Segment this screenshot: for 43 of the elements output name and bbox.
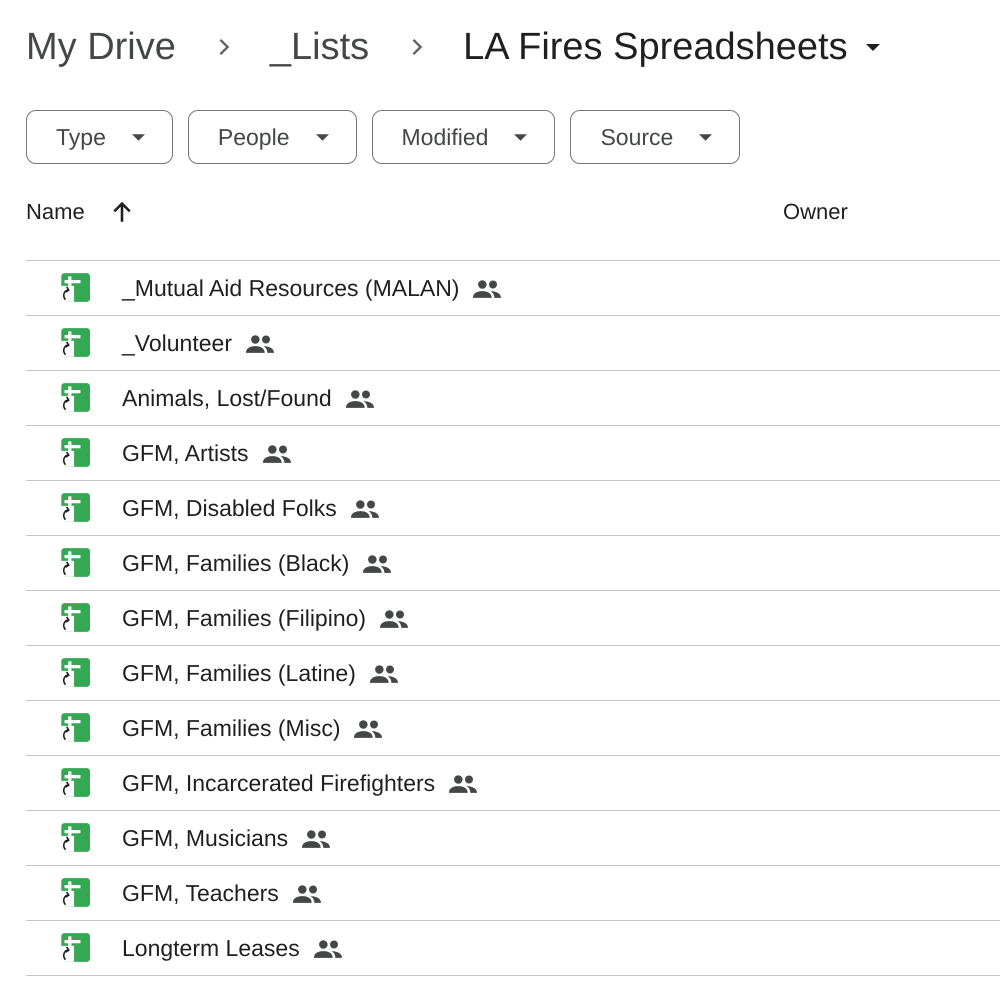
file-row[interactable]: _Mutual Aid Resources (MALAN) [26, 261, 1000, 316]
filter-button[interactable]: Source [570, 110, 740, 164]
file-row[interactable]: GFM, Artists [26, 426, 1000, 481]
file-row[interactable]: GFM, Disabled Folks [26, 481, 1000, 536]
breadcrumb-item[interactable]: LA Fires Spreadsheets [463, 26, 880, 68]
caret-down-icon [866, 44, 880, 50]
file-row[interactable]: GFM, Families (Black) [26, 536, 1000, 591]
file-row[interactable]: GFM, Families (Latine) [26, 646, 1000, 701]
file-row[interactable]: Longterm Leases [26, 921, 1000, 976]
caret-down-icon [514, 134, 528, 140]
file-row[interactable]: GFM, Families (Filipino) [26, 591, 1000, 646]
file-name: GFM, Families (Misc) [122, 714, 340, 742]
file-row[interactable]: _Volunteer [26, 316, 1000, 371]
breadcrumb-item[interactable]: My Drive [26, 26, 176, 68]
file-name: GFM, Incarcerated Firefighters [122, 770, 436, 796]
file-name: Longterm Leases [122, 934, 300, 962]
file-row[interactable]: GFM, Families (Misc) [26, 701, 1000, 756]
file-row[interactable]: GFM, Musicians [26, 811, 1000, 866]
chevron-right-icon [411, 37, 424, 57]
filter-button[interactable]: Type [26, 110, 173, 164]
file-name: _Volunteer [122, 330, 232, 356]
file-name: GFM, Teachers [122, 880, 279, 906]
file-name: GFM, Families (Latine) [122, 660, 356, 686]
filter-button[interactable]: Modified [372, 110, 556, 164]
file-row[interactable]: Animals, Lost/Found [26, 371, 1000, 426]
file-name: GFM, Families (Black) [122, 550, 350, 576]
filter-button[interactable]: People [188, 110, 356, 164]
file-name: GFM, Artists [122, 440, 248, 466]
file-row[interactable]: GFM, Incarcerated Firefighters [26, 756, 1000, 811]
caret-down-icon [316, 134, 328, 140]
file-name: GFM, Musicians [122, 824, 288, 852]
caret-down-icon [132, 134, 145, 140]
caret-down-icon [699, 134, 712, 140]
file-name: GFM, Families (Filipino) [122, 604, 366, 632]
column-header[interactable]: Owner [783, 199, 848, 225]
chevron-right-icon [218, 37, 230, 57]
file-name: Animals, Lost/Found [122, 384, 332, 412]
breadcrumb-item[interactable]: _Lists [270, 26, 370, 68]
file-name: _Mutual Aid Resources (MALAN) [122, 274, 460, 302]
file-row[interactable]: GFM, Teachers [26, 866, 1000, 921]
file-name: GFM, Disabled Folks [122, 494, 337, 522]
column-header[interactable]: Name [26, 199, 85, 225]
arrow-up-icon[interactable] [110, 201, 133, 223]
